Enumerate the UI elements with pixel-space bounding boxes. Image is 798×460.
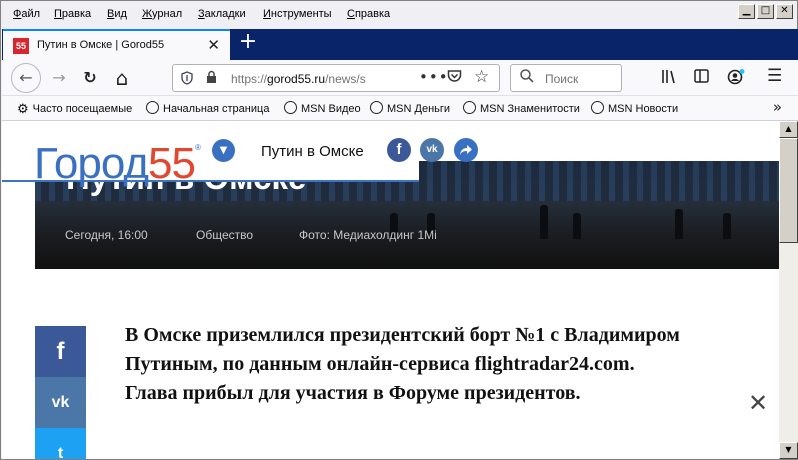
- menu-edit[interactable]: Правка: [54, 8, 91, 20]
- tab-active[interactable]: 55 Путин в Омске | Gorod55 ✕: [3, 29, 230, 60]
- share-forward-icon[interactable]: [454, 138, 478, 162]
- library-icon[interactable]: [662, 69, 678, 88]
- forward-button[interactable]: →: [44, 63, 74, 93]
- bookmark-msn-celebrities[interactable]: MSN Знаменитости: [463, 101, 580, 115]
- hero-figure: [723, 213, 731, 239]
- url-domain: gorod55.ru: [267, 72, 326, 86]
- bookmark-start-page[interactable]: Начальная страница: [146, 101, 269, 115]
- account-icon[interactable]: [727, 69, 745, 89]
- scroll-up-icon[interactable]: ▲: [779, 121, 798, 138]
- lock-icon[interactable]: [206, 70, 217, 88]
- scroll-down-icon[interactable]: ▼: [779, 442, 798, 459]
- facebook-share-button[interactable]: f: [35, 326, 86, 377]
- tab-close-icon[interactable]: ✕: [207, 36, 220, 54]
- hero-figure: [675, 209, 683, 239]
- bookmark-label: MSN Знаменитости: [480, 103, 580, 115]
- scroll-thumb[interactable]: [779, 138, 798, 243]
- hamburger-menu-icon[interactable]: ☰: [767, 66, 782, 86]
- browser-window: Файл Правка Вид Журнал Закладки Инструме…: [0, 0, 798, 460]
- minimize-button[interactable]: ▁: [738, 4, 755, 19]
- menu-bar: Файл Правка Вид Журнал Закладки Инструме…: [1, 1, 797, 29]
- photo-credit: Фото: Медиахолдинг 1Mi: [299, 228, 437, 242]
- nav-toolbar: ← → ↻ ⌂ https://gorod55.ru/news/s ••• ☆ …: [2, 60, 798, 96]
- menu-view[interactable]: Вид: [107, 8, 127, 20]
- back-button[interactable]: ←: [11, 63, 41, 93]
- menu-bookmarks[interactable]: Закладки: [198, 8, 246, 20]
- tab-strip: 55 Путин в Омске | Gorod55 ✕ +: [2, 29, 798, 60]
- menu-help[interactable]: Справка: [347, 8, 390, 20]
- vk-share-icon[interactable]: vk: [420, 138, 444, 162]
- close-icon[interactable]: ✕: [748, 389, 768, 417]
- page-viewport: Путин в Омске Сегодня, 16:00 Общество Фо…: [2, 121, 779, 459]
- bookmark-label: Начальная страница: [163, 103, 270, 115]
- logo-text-number: 55: [148, 139, 196, 188]
- site-header: Город55® ▼ Путин в Омске: [2, 121, 419, 188]
- bookmark-label: MSN Новости: [608, 103, 679, 115]
- tracking-shield-icon[interactable]: [181, 71, 193, 88]
- globe-icon: [463, 101, 476, 114]
- reload-button[interactable]: ↻: [75, 63, 105, 93]
- sidebar-icon[interactable]: [694, 69, 709, 87]
- bookmark-label: MSN Видео: [301, 103, 361, 115]
- globe-icon: [284, 101, 297, 114]
- chevron-down-icon[interactable]: ▼: [212, 139, 235, 162]
- logo-text-city: Город: [34, 139, 149, 188]
- search-input[interactable]: Поиск: [510, 64, 622, 92]
- bookmark-msn-money[interactable]: MSN Деньги: [370, 101, 450, 115]
- menu-history[interactable]: Журнал: [142, 8, 182, 20]
- menu-file[interactable]: Файл: [13, 8, 40, 20]
- gear-icon: ⚙: [17, 101, 29, 116]
- bookmark-most-visited[interactable]: ⚙ Часто посещаемые: [17, 101, 132, 117]
- tab-title: Путин в Омске | Gorod55: [37, 39, 165, 51]
- logo-registered-mark: ®: [194, 143, 201, 152]
- vertical-scrollbar[interactable]: ▲ ▼: [779, 121, 798, 459]
- vk-share-button[interactable]: vk: [35, 377, 86, 428]
- search-placeholder: Поиск: [545, 72, 579, 86]
- article-rubric[interactable]: Общество: [196, 228, 253, 242]
- article-date: Сегодня, 16:00: [65, 228, 148, 242]
- new-tab-button[interactable]: +: [236, 30, 260, 56]
- maximize-button[interactable]: □: [757, 4, 774, 19]
- bookmark-msn-video[interactable]: MSN Видео: [284, 101, 361, 115]
- hero-figure: [573, 213, 581, 239]
- globe-icon: [370, 101, 383, 114]
- url-bar[interactable]: https://gorod55.ru/news/s ••• ☆: [172, 64, 500, 92]
- url-path: /news/s: [325, 72, 366, 86]
- url-text[interactable]: https://gorod55.ru/news/s: [231, 72, 381, 86]
- gorod55-favicon-icon: 55: [13, 38, 29, 54]
- globe-icon: [146, 101, 159, 114]
- globe-icon: [591, 101, 604, 114]
- page-actions-icon[interactable]: •••: [419, 68, 449, 86]
- twitter-share-button[interactable]: t: [35, 428, 86, 459]
- home-button[interactable]: ⌂: [107, 63, 137, 93]
- bookmark-label: MSN Деньги: [387, 103, 451, 115]
- close-window-button[interactable]: ✕: [776, 4, 793, 19]
- pocket-icon[interactable]: [447, 69, 462, 87]
- bookmark-label: Часто посещаемые: [32, 103, 133, 115]
- site-logo[interactable]: Город55®: [34, 123, 201, 189]
- hero-figure: [540, 205, 548, 239]
- facebook-share-icon[interactable]: f: [387, 138, 411, 162]
- social-share-bar: f vk t: [35, 326, 86, 459]
- bookmarks-overflow-icon[interactable]: »: [773, 98, 782, 116]
- menu-tools[interactable]: Инструменты: [263, 8, 332, 20]
- header-article-title: Путин в Омске: [261, 143, 364, 160]
- search-icon: [520, 69, 534, 87]
- bookmarks-bar: ⚙ Часто посещаемые Начальная страница MSN…: [2, 96, 798, 121]
- bookmark-star-icon[interactable]: ☆: [474, 67, 489, 87]
- bookmark-msn-news[interactable]: MSN Новости: [591, 101, 678, 115]
- url-prefix: https://: [231, 72, 268, 86]
- article-lead: В Омске приземлился президентский борт №…: [125, 324, 680, 404]
